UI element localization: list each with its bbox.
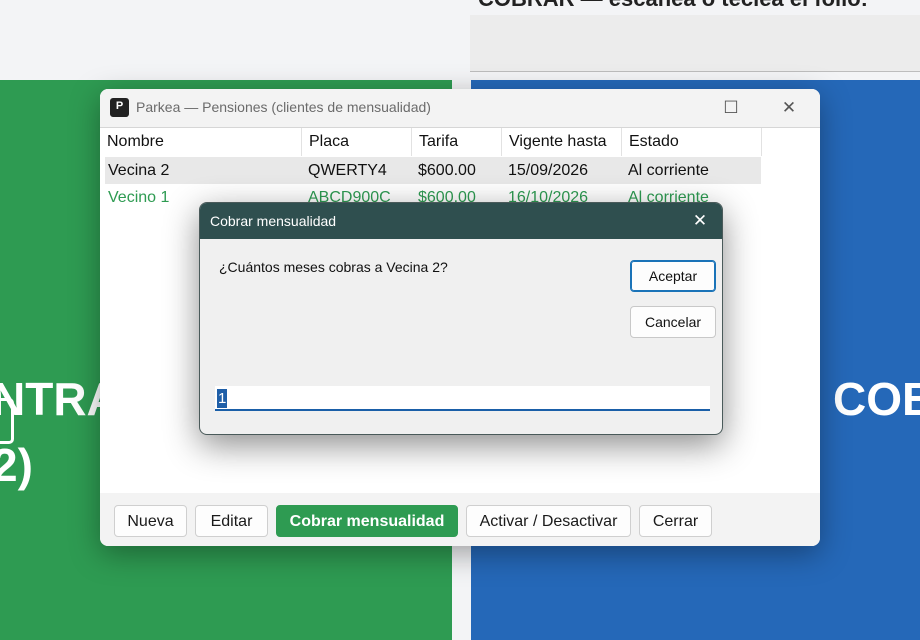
column-header-nombre[interactable]: Nombre [100, 128, 302, 156]
cell-estado: Al corriente [628, 162, 709, 179]
button-bar: Nueva Editar Cobrar mensualidad Activar … [100, 493, 820, 546]
close-icon[interactable]: ✕ [766, 89, 812, 127]
folio-scan-field[interactable] [470, 15, 920, 72]
maximize-icon[interactable]: ☐ [708, 89, 754, 127]
dialog-close-icon[interactable]: ✕ [678, 203, 722, 239]
dialog-prompt: ¿Cuántos meses cobras a Vecina 2? [219, 259, 448, 275]
background-top-left [0, 0, 470, 80]
window-title: Parkea — Pensiones (clientes de mensuali… [136, 99, 431, 115]
nueva-button[interactable]: Nueva [114, 505, 187, 537]
cobrar-hint-text: COBRAR — escanea o teclea el folio: [478, 0, 868, 12]
column-header-estado[interactable]: Estado [622, 128, 762, 156]
cell-nombre: Vecina 2 [108, 162, 170, 179]
column-header-tarifa[interactable]: Tarifa [412, 128, 502, 156]
meses-input-value: 1 [217, 389, 228, 408]
activar-desactivar-button[interactable]: Activar / Desactivar [466, 505, 631, 537]
window-title-bar[interactable]: P Parkea — Pensiones (clientes de mensua… [100, 89, 820, 127]
aceptar-button[interactable]: Aceptar [630, 260, 716, 292]
cobrar-button-label: COB [833, 373, 920, 425]
entrada-button-shortcut: 2) [0, 439, 33, 491]
column-header-vigente[interactable]: Vigente hasta [502, 128, 622, 156]
dialog-title: Cobrar mensualidad [210, 213, 337, 229]
cerrar-button[interactable]: Cerrar [639, 505, 712, 537]
cobrar-mensualidad-button[interactable]: Cobrar mensualidad [276, 505, 458, 537]
editar-button[interactable]: Editar [195, 505, 268, 537]
cell-tarifa: $600.00 [418, 162, 476, 179]
cell-nombre: Vecino 1 [108, 189, 170, 206]
cell-placa: QWERTY4 [308, 162, 387, 179]
table-row[interactable]: Vecina 2 QWERTY4 $600.00 15/09/2026 Al c… [105, 157, 761, 184]
meses-input[interactable]: 1 [215, 386, 710, 411]
column-header-placa[interactable]: Placa [302, 128, 412, 156]
parkea-app-icon: P [110, 98, 129, 117]
cell-vigente: 15/09/2026 [508, 162, 589, 179]
cancelar-button[interactable]: Cancelar [630, 306, 716, 338]
dialog-title-bar[interactable]: Cobrar mensualidad ✕ [200, 203, 722, 239]
cobrar-mensualidad-dialog: Cobrar mensualidad ✕ ¿Cuántos meses cobr… [199, 202, 723, 435]
